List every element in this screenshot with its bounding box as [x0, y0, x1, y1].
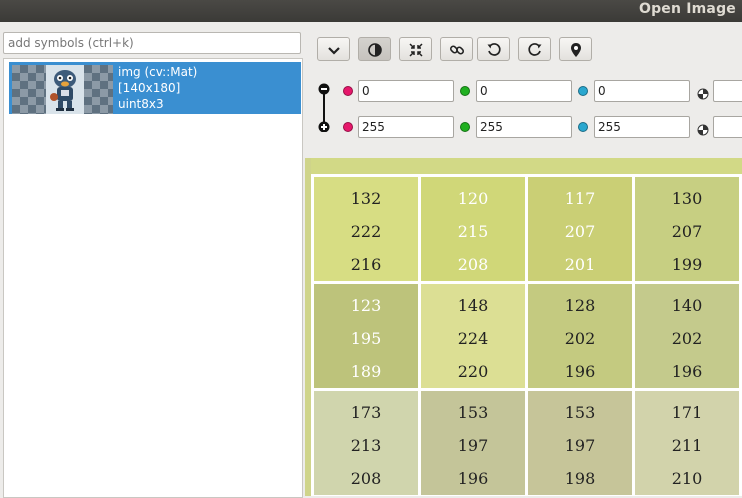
symbol-search-input[interactable]: [3, 32, 301, 54]
contrast-button[interactable]: [358, 37, 391, 61]
rotate-ccw-icon: [487, 43, 501, 56]
symbol-type: uint8x3: [118, 97, 164, 111]
pixel-channel-value: 210: [671, 469, 703, 488]
symbol-item-img[interactable]: img (cv::Mat) [140x180] uint8x3: [9, 62, 301, 114]
fit-icon: [409, 43, 423, 57]
image-viewer: 1322222161202152081172072011302071991231…: [305, 22, 742, 496]
pixel-grid-edge: [305, 158, 742, 174]
max-alpha-field[interactable]: [713, 116, 742, 138]
title-bar: Open Image: [0, 0, 742, 22]
pixel-channel-value: 153: [457, 403, 489, 422]
min-green-field[interactable]: [476, 80, 572, 102]
pixel-cell[interactable]: 153 197 196: [421, 391, 525, 495]
red-channel-icon: [343, 86, 353, 96]
pixel-cell[interactable]: 153 197 198: [528, 391, 632, 495]
pixel-channel-value: 196: [671, 362, 703, 381]
green-channel-icon: [460, 86, 470, 96]
pixel-channel-value: 130: [671, 189, 703, 208]
min-alpha-field[interactable]: [713, 80, 742, 102]
min-blue-field[interactable]: [594, 80, 690, 102]
pixel-channel-value: 128: [564, 296, 596, 315]
pixel-grid[interactable]: 132 222 216 120 215 208 117 207 201 130 207 199 123 1…: [305, 158, 742, 496]
pixel-cell[interactable]: 117 207 201: [528, 177, 632, 281]
pixel-channel-value: 211: [671, 436, 703, 455]
pixel-channel-value: 224: [457, 329, 489, 348]
pixel-channel-value: 213: [350, 436, 382, 455]
pixel-channel-value: 189: [350, 362, 382, 381]
pixel-cell[interactable]: 148 224 220: [421, 284, 525, 388]
pixel-channel-value: 195: [350, 329, 382, 348]
location-pin-icon: [571, 43, 581, 57]
pixel-cell[interactable]: 120 215 208: [421, 177, 525, 281]
pixel-cell[interactable]: 128 202 196: [528, 284, 632, 388]
pixel-channel-value: 207: [564, 222, 596, 241]
pixel-channel-value: 197: [457, 436, 489, 455]
green-channel-icon: [460, 122, 470, 132]
max-red-field[interactable]: [358, 116, 454, 138]
pixel-channel-value: 208: [457, 255, 489, 274]
pixel-channel-value: 201: [564, 255, 596, 274]
symbol-name: img (cv::Mat): [118, 65, 198, 79]
pixel-channel-value: 198: [564, 469, 596, 488]
rotate-cw-icon: [528, 43, 542, 56]
symbol-dimensions: [140x180]: [118, 81, 181, 95]
pixel-channel-value: 199: [671, 255, 703, 274]
pixel-channel-value: 196: [564, 362, 596, 381]
image-thumbnail: [12, 65, 113, 114]
window-title: Open Image: [638, 1, 736, 17]
pixel-channel-value: 120: [457, 189, 489, 208]
pixel-cell[interactable]: 171 211 210: [635, 391, 739, 495]
pixel-channel-value: 215: [457, 222, 489, 241]
thumbnail-preview-icon: [46, 65, 84, 114]
contrast-range-slider[interactable]: [317, 82, 331, 133]
fit-to-window-button[interactable]: [399, 37, 432, 61]
pixel-channel-value: 202: [671, 329, 703, 348]
pixel-grid-edge: [305, 158, 311, 496]
blue-channel-icon: [578, 86, 588, 96]
symbols-panel: img (cv::Mat) [140x180] uint8x3: [0, 22, 305, 498]
pixel-channel-value: 173: [350, 403, 382, 422]
pixel-channel-value: 171: [671, 403, 703, 422]
pixel-channel-value: 208: [350, 469, 382, 488]
pixel-channel-value: 117: [564, 189, 596, 208]
pixel-channel-value: 140: [671, 296, 703, 315]
alpha-channel-icon: [697, 121, 709, 140]
pixel-channel-value: 153: [564, 403, 596, 422]
pixel-channel-value: 220: [457, 362, 489, 381]
pixel-cell[interactable]: 140 202 196: [635, 284, 739, 388]
rotate-ccw-button[interactable]: [477, 37, 510, 61]
symbol-list[interactable]: img (cv::Mat) [140x180] uint8x3: [3, 58, 303, 498]
pixel-channel-value: 207: [671, 222, 703, 241]
pixel-cell[interactable]: 132 222 216: [314, 177, 418, 281]
expand-button[interactable]: [317, 37, 350, 61]
pixel-cell[interactable]: 123 195 189: [314, 284, 418, 388]
go-to-pixel-button[interactable]: [559, 37, 592, 61]
pixel-channel-value: 148: [457, 296, 489, 315]
blue-channel-icon: [578, 122, 588, 132]
pixel-channel-value: 216: [350, 255, 382, 274]
chevron-down-icon: [328, 47, 340, 55]
max-blue-field[interactable]: [594, 116, 690, 138]
pixel-cell[interactable]: 130 207 199: [635, 177, 739, 281]
pixel-channel-value: 196: [457, 469, 489, 488]
max-green-field[interactable]: [476, 116, 572, 138]
min-red-field[interactable]: [358, 80, 454, 102]
contrast-icon: [368, 43, 382, 57]
link-views-button[interactable]: [440, 37, 473, 61]
pixel-channel-value: 132: [350, 189, 382, 208]
rotate-cw-button[interactable]: [518, 37, 551, 61]
red-channel-icon: [343, 122, 353, 132]
pixel-channel-value: 222: [350, 222, 382, 241]
link-icon: [449, 45, 465, 55]
alpha-channel-icon: [697, 85, 709, 104]
pixel-channel-value: 197: [564, 436, 596, 455]
pixel-channel-value: 123: [350, 296, 382, 315]
pixel-cell[interactable]: 173 213 208: [314, 391, 418, 495]
pixel-channel-value: 202: [564, 329, 596, 348]
